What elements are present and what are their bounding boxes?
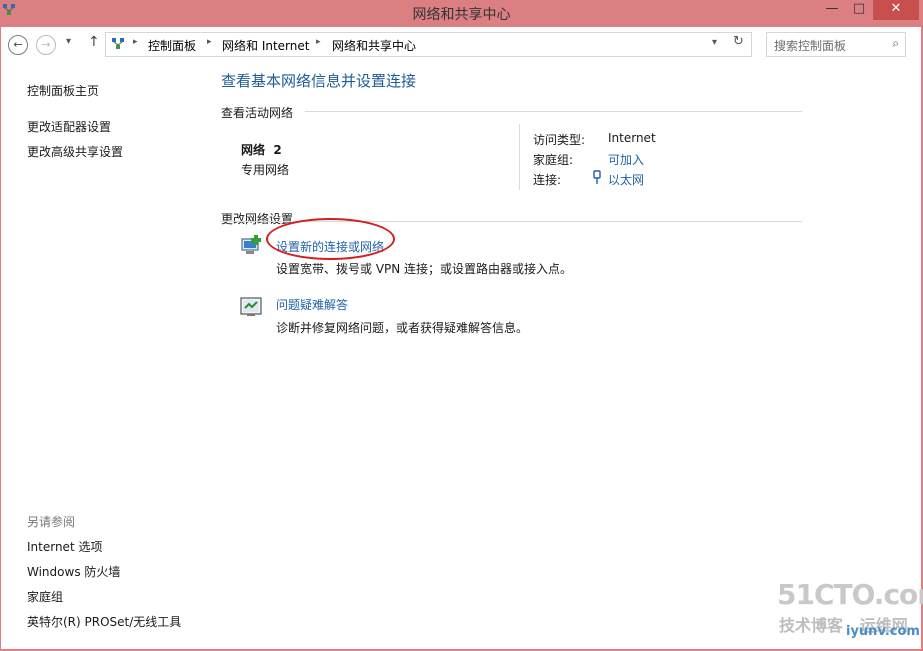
sidebar-link-adapter-settings[interactable]: 更改适配器设置 bbox=[27, 118, 111, 135]
sidebar-link-control-panel-home[interactable]: 控制面板主页 bbox=[27, 82, 99, 99]
troubleshoot-description: 诊断并修复网络问题，或者获得疑难解答信息。 bbox=[276, 321, 529, 335]
ethernet-icon bbox=[593, 170, 601, 184]
new-connection-icon bbox=[241, 235, 261, 254]
section-divider bbox=[305, 111, 802, 112]
access-type-label: 访问类型: bbox=[533, 133, 586, 147]
homegroup-link[interactable]: 可加入 bbox=[608, 151, 644, 168]
title-bar: 网络和共享中心 — □ ✕ bbox=[0, 0, 923, 25]
minimize-button[interactable]: — bbox=[819, 0, 845, 20]
search-input[interactable]: 搜索控制面板 bbox=[774, 37, 846, 54]
ethernet-connection-link[interactable]: 以太网 bbox=[608, 171, 644, 188]
homegroup-label: 家庭组: bbox=[533, 153, 574, 167]
window: 网络和共享中心 — □ ✕ ← → ▾ ↑ ▸ 控制面板 ▸ 网络和 Inter… bbox=[0, 0, 923, 651]
forward-button[interactable]: → bbox=[36, 35, 56, 55]
see-also-internet-options[interactable]: Internet 选项 bbox=[27, 538, 102, 555]
search-icon[interactable]: ⌕ bbox=[892, 36, 899, 51]
close-button[interactable]: ✕ bbox=[873, 0, 919, 20]
address-bar[interactable]: ▸ 控制面板 ▸ 网络和 Internet ▸ 网络和共享中心 ▾ bbox=[105, 32, 752, 57]
see-also-homegroup[interactable]: 家庭组 bbox=[27, 588, 63, 605]
troubleshoot-icon bbox=[240, 297, 262, 316]
address-dropdown[interactable]: ▾ bbox=[712, 37, 717, 48]
see-also-heading: 另请参阅 bbox=[27, 515, 76, 529]
access-type-value: Internet bbox=[608, 131, 656, 145]
page-title: 查看基本网络信息并设置连接 bbox=[221, 72, 417, 90]
window-content: ← → ▾ ↑ ▸ 控制面板 ▸ 网络和 Internet ▸ 网络和共享中心 … bbox=[1, 27, 923, 649]
network-info-divider bbox=[519, 124, 520, 190]
active-networks-heading: 查看活动网络 bbox=[221, 106, 294, 120]
see-also-intel-proset[interactable]: 英特尔(R) PROSet/无线工具 bbox=[27, 613, 181, 630]
breadcrumb-network-internet[interactable]: 网络和 Internet bbox=[222, 37, 309, 54]
troubleshoot-link[interactable]: 问题疑难解答 bbox=[276, 296, 348, 313]
highlight-annotation bbox=[266, 218, 395, 260]
back-button[interactable]: ← bbox=[8, 35, 28, 55]
watermark-site: 51CTO.com bbox=[777, 578, 923, 611]
network-location-icon bbox=[112, 38, 124, 49]
see-also-windows-firewall[interactable]: Windows 防火墙 bbox=[27, 563, 120, 580]
navigation-bar: ← → ▾ ↑ ▸ 控制面板 ▸ 网络和 Internet ▸ 网络和共享中心 … bbox=[1, 27, 921, 62]
network-category: 专用网络 bbox=[241, 163, 290, 177]
breadcrumb-control-panel[interactable]: 控制面板 bbox=[148, 37, 196, 54]
search-box[interactable]: 搜索控制面板 ⌕ bbox=[766, 32, 906, 57]
maximize-button[interactable]: □ bbox=[846, 0, 872, 20]
setup-new-connection-description: 设置宽带、拨号或 VPN 连接；或设置路由器或接入点。 bbox=[276, 262, 573, 276]
refresh-button[interactable]: ↻ bbox=[733, 34, 744, 49]
breadcrumb-separator[interactable]: ▸ bbox=[133, 37, 138, 47]
window-title: 网络和共享中心 bbox=[412, 7, 511, 23]
network-name: 网络 2 bbox=[241, 143, 282, 157]
breadcrumb-separator[interactable]: ▸ bbox=[316, 37, 321, 47]
connections-label: 连接: bbox=[533, 173, 562, 187]
sidebar-link-advanced-sharing[interactable]: 更改高级共享设置 bbox=[27, 143, 123, 160]
breadcrumb-network-sharing-center[interactable]: 网络和共享中心 bbox=[332, 37, 416, 54]
recent-pages-dropdown[interactable]: ▾ bbox=[66, 36, 71, 47]
up-button[interactable]: ↑ bbox=[88, 34, 100, 50]
watermark-domain: iyunv.com bbox=[846, 624, 920, 639]
breadcrumb-separator[interactable]: ▸ bbox=[207, 37, 212, 47]
